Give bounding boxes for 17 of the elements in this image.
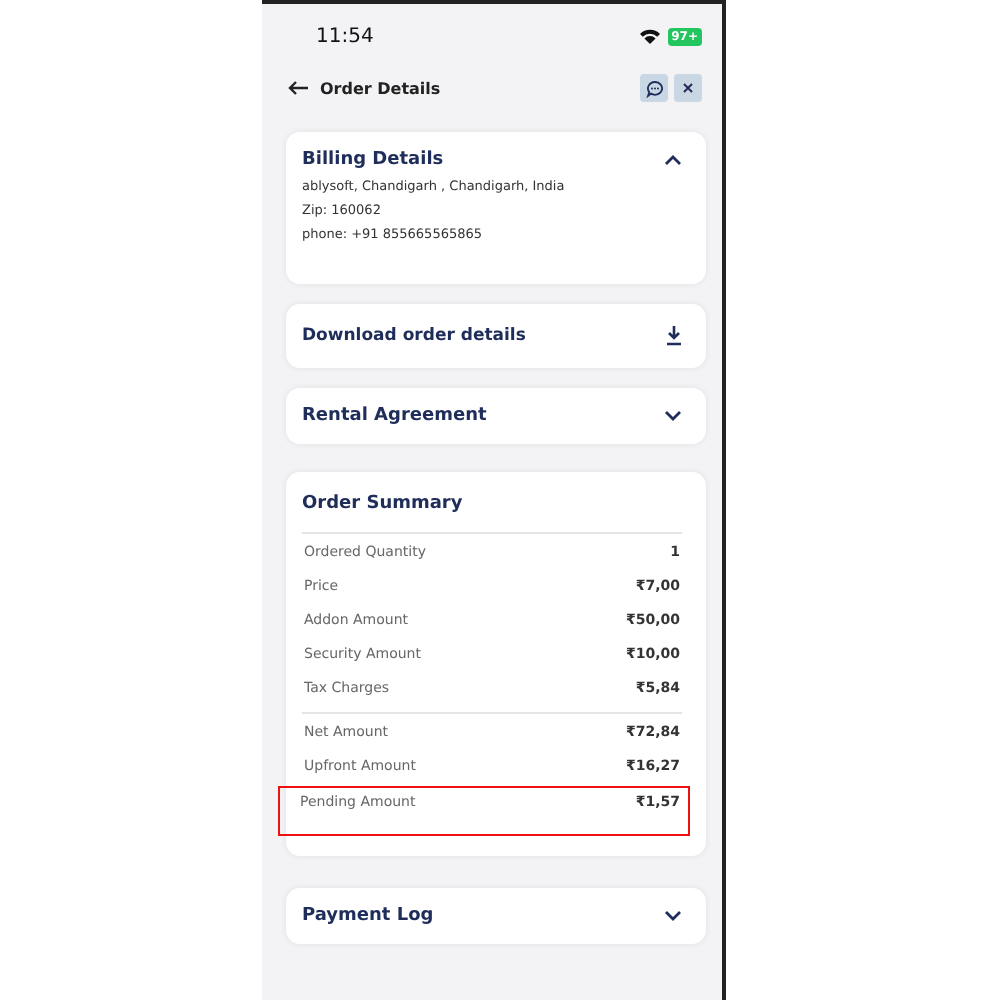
close-button[interactable] bbox=[674, 74, 702, 102]
status-time: 11:54 bbox=[316, 25, 376, 47]
chevron-icon[interactable] bbox=[664, 154, 682, 166]
page-title: Order Details bbox=[320, 79, 443, 97]
section-title: Rental Agreement bbox=[302, 406, 487, 426]
chat-icon bbox=[645, 79, 663, 97]
chevron-icon[interactable] bbox=[664, 410, 682, 422]
chevron-icon[interactable] bbox=[664, 910, 682, 922]
back-arrow-icon[interactable] bbox=[288, 80, 308, 96]
section-title: Billing Details bbox=[302, 150, 444, 170]
wifi-icon bbox=[639, 28, 660, 44]
close-icon bbox=[682, 82, 694, 94]
section-title: Payment Log bbox=[302, 906, 434, 926]
section-title: Order Summary bbox=[302, 494, 463, 514]
download-button[interactable]: Download order details bbox=[286, 304, 706, 368]
chat-button[interactable] bbox=[640, 74, 668, 102]
download-icon bbox=[666, 326, 682, 346]
